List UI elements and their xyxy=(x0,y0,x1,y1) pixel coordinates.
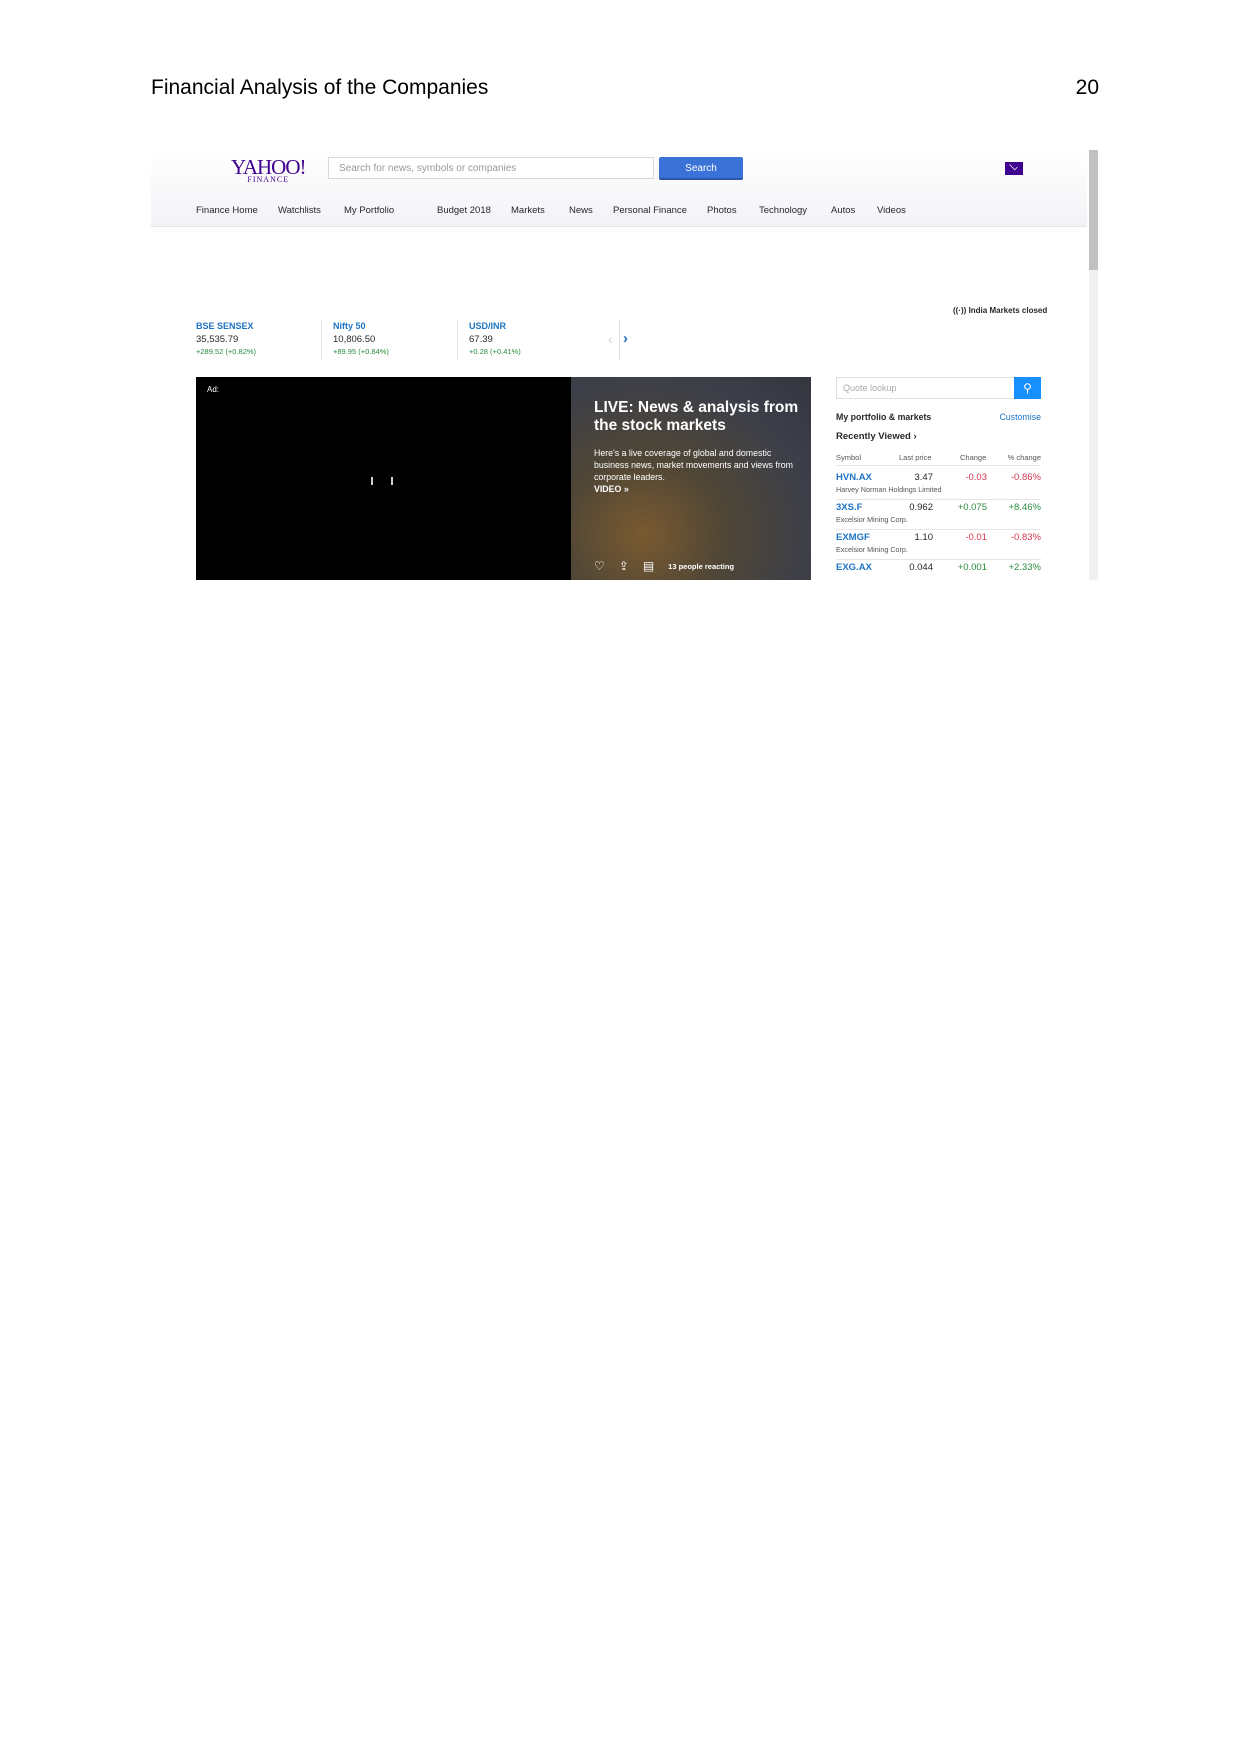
col-change: Change xyxy=(960,453,987,462)
change: -0.01 xyxy=(965,532,987,543)
col-last-price: Last price xyxy=(899,453,932,462)
quote-lookup-input[interactable]: Quote lookup xyxy=(836,377,1016,399)
nav-autos[interactable]: Autos xyxy=(831,205,855,216)
nav-technology[interactable]: Technology xyxy=(759,205,807,216)
search-icon[interactable]: ⚲ xyxy=(1014,377,1041,399)
chevron-right-icon[interactable]: › xyxy=(623,330,628,347)
yahoo-finance-logo[interactable]: YAHOO! FINANCE xyxy=(231,157,306,185)
reactions-count[interactable]: 13 people reacting xyxy=(668,562,734,571)
pct-change: -0.83% xyxy=(1010,532,1041,543)
change: +0.001 xyxy=(957,562,987,573)
nav-watchlists[interactable]: Watchlists xyxy=(278,205,321,216)
page-number: 20 xyxy=(1075,76,1099,99)
top-bar: YAHOO! FINANCE Search for news, symbols … xyxy=(151,150,1087,227)
document-title: Financial Analysis of the Companies xyxy=(151,76,489,99)
share-icon[interactable]: ⇪ xyxy=(619,559,629,573)
comment-icon[interactable]: ▤ xyxy=(643,559,654,573)
last-price: 0.044 xyxy=(909,562,933,573)
ticker-usd-inr[interactable]: USD/INR 67.39 +0.28 (+0.41%) xyxy=(469,321,521,356)
divider xyxy=(457,320,458,360)
portfolio-title: My portfolio & markets xyxy=(836,412,932,422)
symbol[interactable]: HVN.AX xyxy=(836,472,872,483)
ticker-name: USD/INR xyxy=(469,321,507,331)
ticker-change: +89.95 (+0.84%) xyxy=(333,347,389,356)
ticker-change: +0.28 (+0.41%) xyxy=(469,347,521,356)
document-header: Financial Analysis of the Companies 20 xyxy=(151,76,1099,100)
nav-finance-home[interactable]: Finance Home xyxy=(196,205,258,216)
table-row[interactable]: HVN.AX 3.47 -0.03 -0.86% Harvey Norman H… xyxy=(836,469,1041,500)
last-price: 3.47 xyxy=(914,472,934,483)
ticker-nifty-50[interactable]: Nifty 50 10,806.50 +89.95 (+0.84%) xyxy=(333,321,389,356)
divider xyxy=(321,320,322,360)
table-row[interactable]: EXG.AX 0.044 +0.001 +2.33% xyxy=(836,559,1041,580)
hero-actions: ♡ ⇪ ▤ 13 people reacting xyxy=(594,559,734,573)
pause-icon xyxy=(371,477,373,485)
ticker-name: Nifty 50 xyxy=(333,321,366,331)
symbol[interactable]: EXG.AX xyxy=(836,562,872,573)
customise-link[interactable]: Customise xyxy=(999,412,1041,422)
nav-photos[interactable]: Photos xyxy=(707,205,737,216)
market-status-text: India Markets closed xyxy=(968,306,1048,315)
nav-budget-2018[interactable]: Budget 2018 xyxy=(437,205,491,216)
ticker-value: 10,806.50 xyxy=(333,334,376,345)
company-name: Excelsior Mining Corp. xyxy=(836,515,908,524)
col-pct-change: % change xyxy=(1007,453,1041,462)
hero-story[interactable]: LIVE: News & analysis from the stock mar… xyxy=(571,377,811,580)
search-input[interactable]: Search for news, symbols or companies xyxy=(328,157,654,179)
last-price: 1.10 xyxy=(914,532,934,543)
pct-change: -0.86% xyxy=(1010,472,1041,483)
nav-personal-finance[interactable]: Personal Finance xyxy=(613,205,687,216)
symbol[interactable]: 3XS.F xyxy=(836,502,862,513)
change: -0.03 xyxy=(965,472,987,483)
pause-icon xyxy=(391,477,393,485)
chevron-left-icon[interactable]: ‹ xyxy=(608,331,613,347)
last-price: 0.962 xyxy=(909,502,933,513)
pct-change: +8.46% xyxy=(1008,502,1042,513)
ticker-change: +289.52 (+0.82%) xyxy=(196,347,257,356)
ticker-name: BSE SENSEX xyxy=(196,321,254,331)
col-symbol: Symbol xyxy=(836,453,862,462)
table-row[interactable]: EXMGF 1.10 -0.01 -0.83% Excelsior Mining… xyxy=(836,529,1041,560)
heart-icon[interactable]: ♡ xyxy=(594,559,605,573)
recently-viewed-link[interactable]: Recently Viewed › xyxy=(836,431,917,442)
nav-videos[interactable]: Videos xyxy=(877,205,906,216)
ad-label: Ad: xyxy=(207,385,220,394)
scrollbar-thumb[interactable] xyxy=(1089,150,1098,270)
yahoo-finance-screenshot: YAHOO! FINANCE Search for news, symbols … xyxy=(151,150,1098,580)
table-row[interactable]: 3XS.F 0.962 +0.075 +8.46% Excelsior Mini… xyxy=(836,499,1041,530)
video-ad-player[interactable]: Ad: xyxy=(196,377,571,580)
nav-my-portfolio[interactable]: My Portfolio xyxy=(344,205,394,216)
ticker-value: 67.39 xyxy=(469,334,493,345)
pct-change: +2.33% xyxy=(1008,562,1042,573)
symbol[interactable]: EXMGF xyxy=(836,532,870,543)
hero-title[interactable]: LIVE: News & analysis from the stock mar… xyxy=(594,399,799,435)
divider xyxy=(619,320,620,360)
search-button[interactable]: Search xyxy=(659,157,743,180)
video-link[interactable]: VIDEO » xyxy=(594,484,629,494)
change: +0.075 xyxy=(957,502,987,513)
envelope-icon[interactable] xyxy=(1005,162,1023,175)
ticker-value: 35,535.79 xyxy=(196,334,239,345)
company-name: Harvey Norman Holdings Limited xyxy=(836,485,942,494)
hero-description: Here's a live coverage of global and dom… xyxy=(594,448,793,482)
nav-markets[interactable]: Markets xyxy=(511,205,545,216)
broadcast-icon: ((·)) xyxy=(953,306,967,315)
company-name: Excelsior Mining Corp. xyxy=(836,545,908,554)
ticker-bse-sensex[interactable]: BSE SENSEX 35,535.79 +289.52 (+0.82%) xyxy=(196,321,256,356)
market-status: ((·)) India Markets closed xyxy=(953,306,1047,315)
nav-news[interactable]: News xyxy=(569,205,593,216)
scrollbar[interactable] xyxy=(1089,150,1098,580)
table-header: Symbol Last price Change % change xyxy=(836,453,1041,466)
